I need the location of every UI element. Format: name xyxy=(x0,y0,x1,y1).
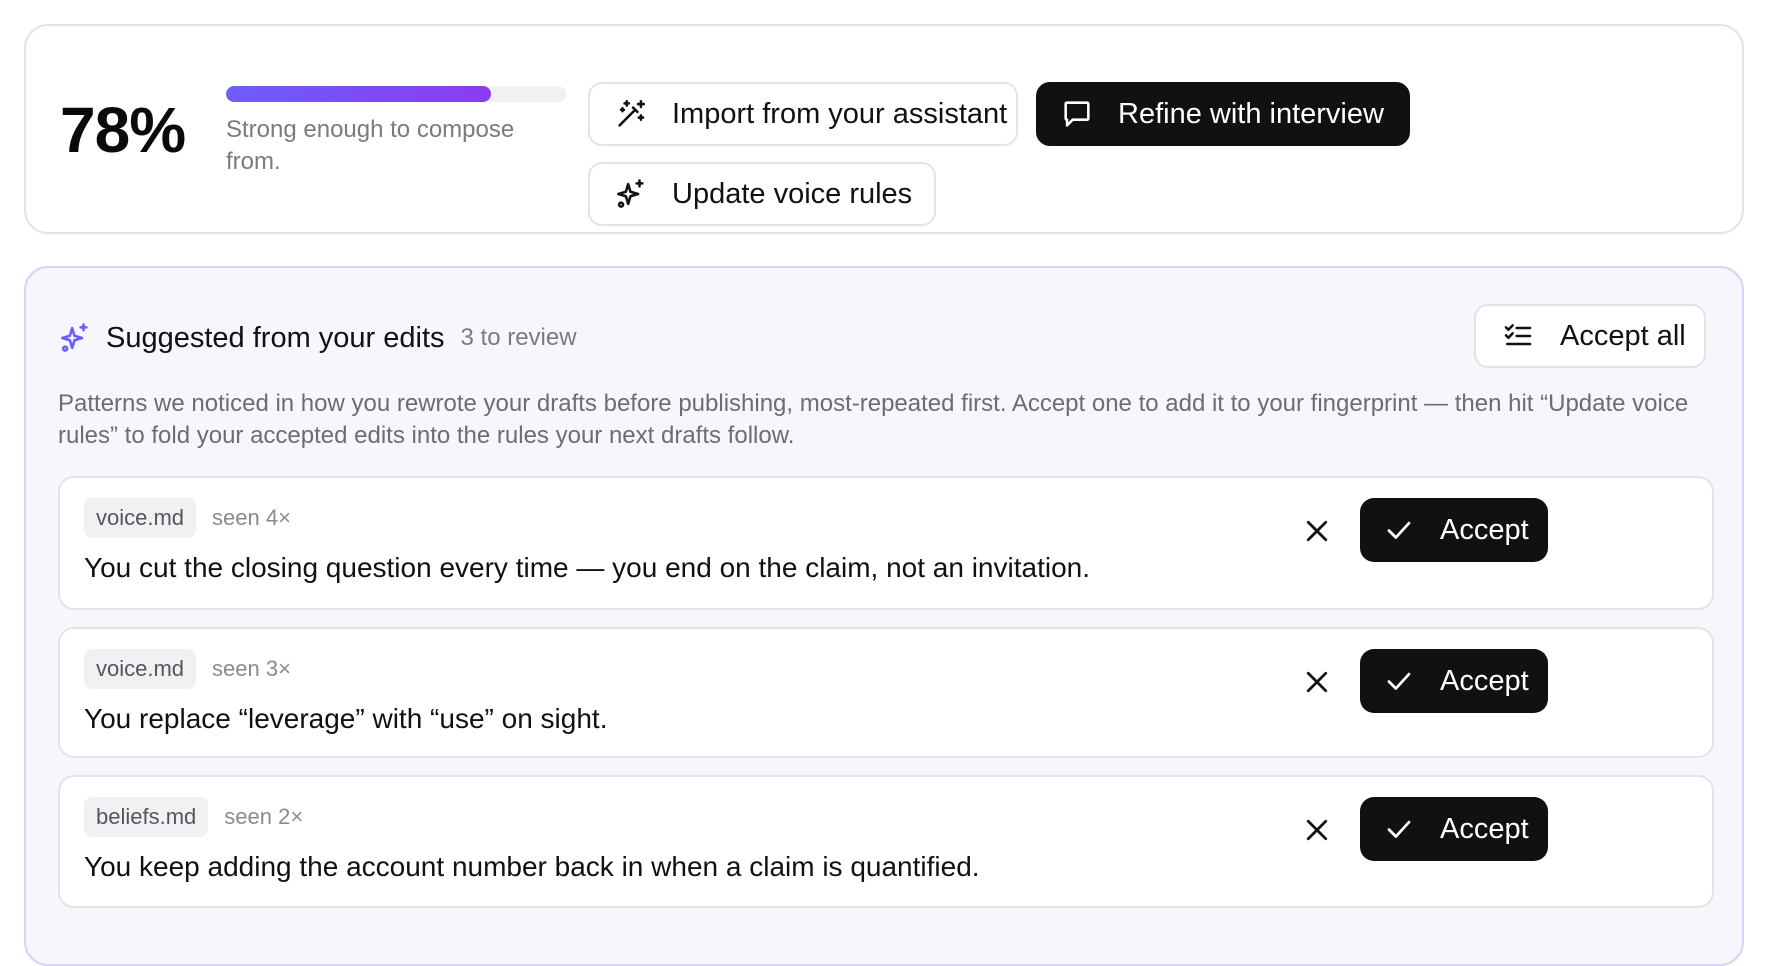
suggestion-text: You replace “leverage” with “use” on sig… xyxy=(84,703,608,734)
suggestion-list: voice.md seen 4× You cut the closing que… xyxy=(58,476,1714,925)
suggestions-header: Suggested from your edits 3 to review xyxy=(58,318,577,358)
close-icon xyxy=(1306,819,1328,841)
file-chip: voice.md xyxy=(84,649,197,689)
suggestion-card: voice.md seen 3× You replace “leverage” … xyxy=(58,627,1714,758)
seen-count: seen 2× xyxy=(224,804,304,829)
accept-button[interactable]: Accept xyxy=(1360,498,1548,562)
import-from-assistant-button[interactable]: Import from your assistant xyxy=(588,82,1018,146)
close-icon xyxy=(1306,520,1328,542)
dismiss-button[interactable] xyxy=(1300,665,1334,699)
import-button-label: Import from your assistant xyxy=(672,97,1008,130)
accept-button[interactable]: Accept xyxy=(1360,649,1548,713)
seen-count: seen 4× xyxy=(212,505,291,530)
seen-count: seen 3× xyxy=(212,656,291,681)
suggestions-title: Suggested from your edits xyxy=(106,321,445,354)
check-icon xyxy=(1384,666,1414,696)
refine-with-interview-button[interactable]: Refine with interview xyxy=(1036,82,1410,146)
progress-fill xyxy=(226,86,492,102)
update-voice-rules-button[interactable]: Update voice rules xyxy=(588,162,936,226)
accept-button[interactable]: Accept xyxy=(1360,797,1548,861)
progress-caption: Strong enough to compose from. xyxy=(226,116,515,175)
dismiss-button[interactable] xyxy=(1300,514,1334,548)
accept-label: Accept xyxy=(1440,664,1529,697)
chat-bubble-icon xyxy=(1060,97,1094,131)
score-percentage: 78% xyxy=(60,94,186,166)
dismiss-button[interactable] xyxy=(1300,813,1334,847)
file-chip: beliefs.md xyxy=(84,797,209,837)
check-icon xyxy=(1384,515,1414,545)
review-count: 3 to review xyxy=(460,324,577,351)
sparkles-icon xyxy=(614,177,648,211)
accept-all-label: Accept all xyxy=(1560,319,1686,352)
suggestion-text: You keep adding the account number back … xyxy=(84,851,980,882)
file-chip: voice.md xyxy=(84,498,197,538)
checklist-icon xyxy=(1502,320,1534,352)
refine-button-label: Refine with interview xyxy=(1118,97,1384,130)
accept-label: Accept xyxy=(1440,812,1529,845)
update-button-label: Update voice rules xyxy=(672,177,913,210)
close-icon xyxy=(1306,671,1328,693)
magic-wand-icon xyxy=(614,97,648,131)
check-icon xyxy=(1384,814,1414,844)
sparkles-icon xyxy=(58,321,92,355)
progress-track xyxy=(226,86,566,102)
accept-label: Accept xyxy=(1440,513,1529,546)
suggestion-text: You cut the closing question every time … xyxy=(84,552,1091,583)
suggested-edits-panel: Suggested from your edits 3 to review Ac… xyxy=(24,266,1744,966)
suggestions-description: Patterns we noticed in how you rewrote y… xyxy=(58,390,1689,449)
fingerprint-score-card: 78% Strong enough to compose from. Impor… xyxy=(24,24,1744,234)
accept-all-button[interactable]: Accept all xyxy=(1474,304,1706,368)
suggestion-card: voice.md seen 4× You cut the closing que… xyxy=(58,476,1714,610)
score-progress: Strong enough to compose from. xyxy=(226,86,566,178)
suggestion-card: beliefs.md seen 2× You keep adding the a… xyxy=(58,775,1714,908)
